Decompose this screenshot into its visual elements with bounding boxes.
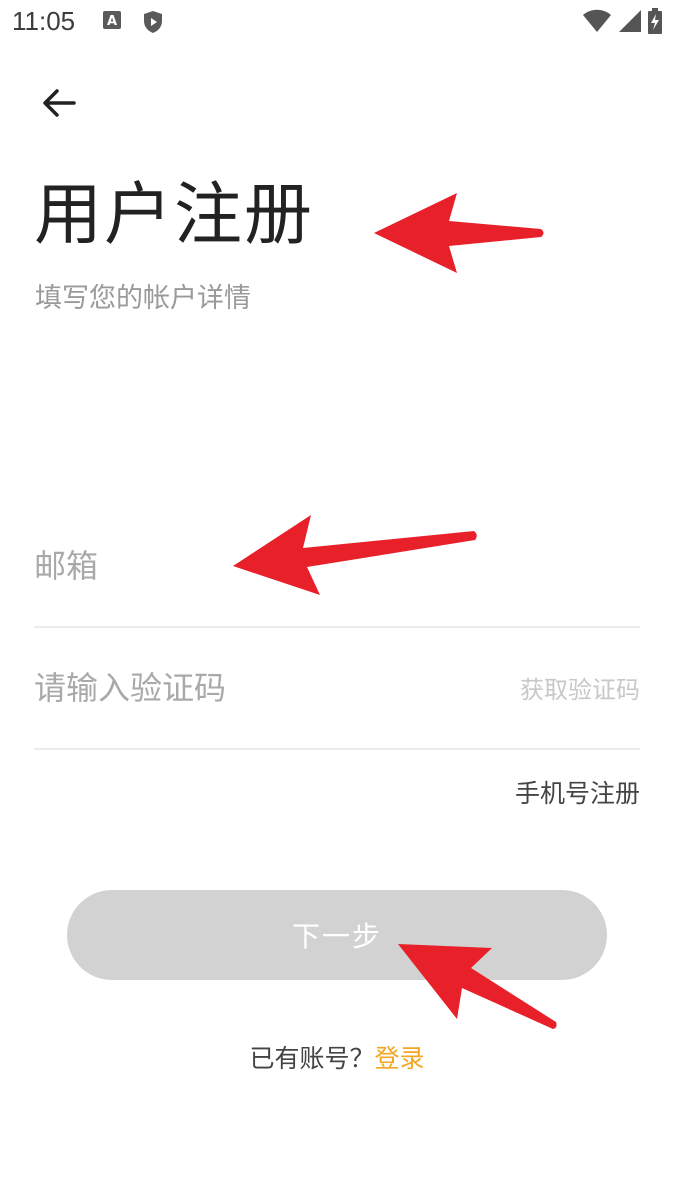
annotation-arrow-title — [374, 193, 544, 273]
verification-code-input[interactable] — [34, 628, 474, 748]
wifi-icon — [582, 9, 612, 37]
signal-icon — [618, 9, 642, 37]
phone-register-link[interactable]: 手机号注册 — [515, 774, 640, 810]
status-bar: 11:05 A — [0, 0, 674, 46]
has-account-text: 已有账号？ — [249, 1044, 375, 1073]
status-time: 11:05 — [12, 6, 76, 36]
code-field-container: 获取验证码 — [34, 628, 640, 750]
register-screen: 11:05 A 用户注册 填写您的帐户详情 邮箱 请输入验证码 获取验证码 手机… — [0, 0, 674, 1198]
login-prompt: 已有账号？登录 — [0, 1039, 674, 1075]
login-link[interactable]: 登录 — [375, 1044, 425, 1073]
back-button[interactable] — [36, 84, 82, 126]
shield-play-icon — [142, 10, 164, 38]
battery-charging-icon — [648, 8, 662, 38]
email-field-container — [34, 506, 640, 628]
page-title: 用户注册 — [34, 176, 315, 255]
arrow-left-icon — [42, 88, 76, 122]
page-subtitle: 填写您的帐户详情 — [35, 283, 251, 314]
svg-text:A: A — [107, 14, 117, 29]
a-badge-icon: A — [102, 10, 122, 34]
get-code-button[interactable]: 获取验证码 — [520, 670, 640, 705]
next-step-button[interactable]: 下一步 — [67, 890, 607, 980]
email-input[interactable] — [34, 506, 640, 626]
status-icons — [582, 8, 662, 38]
